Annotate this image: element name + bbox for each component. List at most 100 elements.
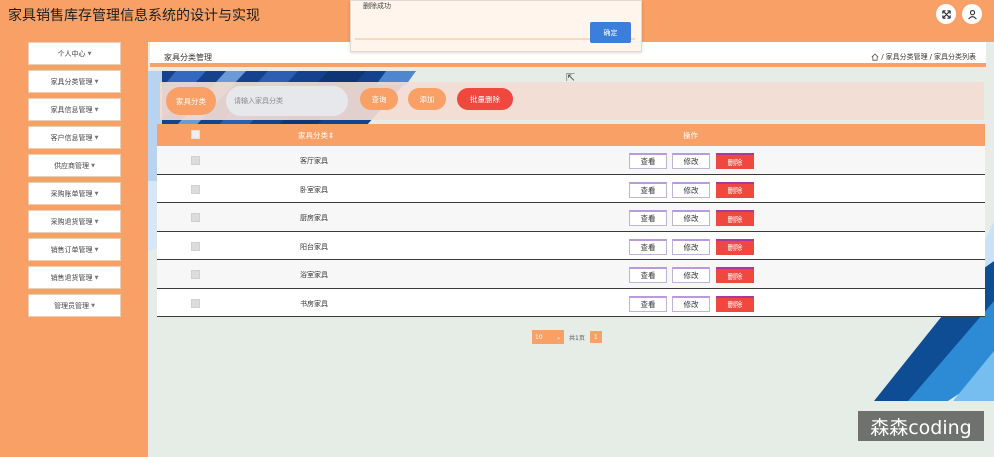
sidebar-item-furniture-category[interactable]: 家具分类管理 ▼ bbox=[28, 70, 121, 93]
sidebar-item-personal-center[interactable]: 个人中心 ▼ bbox=[28, 42, 121, 65]
table-row: 阳台家具 查看 修改 删除 bbox=[157, 231, 985, 260]
dialog-ok-button[interactable]: 确定 bbox=[590, 22, 631, 43]
query-button[interactable]: 查询 bbox=[360, 88, 398, 110]
user-icon[interactable] bbox=[962, 4, 982, 24]
edit-button[interactable]: 修改 bbox=[672, 295, 710, 312]
home-icon[interactable] bbox=[871, 53, 879, 61]
sidebar-item-label: 管理员管理 bbox=[54, 301, 90, 310]
add-button[interactable]: 添加 bbox=[408, 88, 446, 110]
delete-button[interactable]: 删除 bbox=[716, 238, 754, 255]
user-icon-glyph bbox=[967, 9, 977, 19]
chevron-down-icon: ▼ bbox=[91, 162, 95, 169]
search-bar: 家具分类 查询 添加 批量删除 bbox=[160, 82, 984, 120]
edit-button[interactable]: 修改 bbox=[672, 153, 710, 169]
row-checkbox[interactable] bbox=[191, 298, 200, 308]
column-header-label: 家具分类 bbox=[298, 131, 328, 140]
table-row: 书房家具 查看 修改 删除 bbox=[157, 288, 985, 317]
sort-icon[interactable]: ⇕ bbox=[328, 131, 334, 140]
category-name: 卧室家具 bbox=[300, 185, 328, 194]
sidebar-item-label: 客户信息管理 bbox=[50, 133, 93, 142]
view-button[interactable]: 查看 bbox=[629, 267, 667, 283]
sidebar: 个人中心 ▼ 家具分类管理 ▼ 家具信息管理 ▼ 客户信息管理 ▼ 供应商管理 ▼ 采购账… bbox=[0, 34, 148, 457]
category-name: 厨房家具 bbox=[300, 214, 328, 222]
row-checkbox[interactable] bbox=[191, 213, 200, 222]
watermark: 森森coding bbox=[858, 411, 984, 441]
page-size-value: 10 bbox=[535, 333, 543, 341]
mouse-cursor-icon: ⇱ bbox=[566, 71, 576, 84]
delete-button[interactable]: 删除 bbox=[716, 267, 754, 283]
chevron-down-icon: ▼ bbox=[94, 274, 99, 281]
breadcrumb-item-category-manage[interactable]: 家具分类管理 bbox=[886, 52, 928, 62]
sidebar-item-purchase-bill[interactable]: 采购账单管理 ▼ bbox=[28, 182, 121, 205]
page-title: 家具分类管理 bbox=[164, 53, 212, 62]
sidebar-item-label: 销售退货管理 bbox=[50, 273, 93, 282]
delete-button[interactable]: 删除 bbox=[716, 295, 754, 312]
view-button[interactable]: 查看 bbox=[629, 210, 667, 226]
sidebar-item-customer-info[interactable]: 客户信息管理 ▼ bbox=[28, 126, 121, 149]
row-checkbox[interactable] bbox=[191, 270, 200, 279]
breadcrumb: / 家具分类管理 / 家具分类列表 bbox=[871, 52, 976, 62]
breadcrumb-item-category-list: 家具分类列表 bbox=[934, 53, 976, 61]
main-content: 家具分类管理 / 家具分类管理 / 家具分类列表 家具分类 查询 添加 批量删除… bbox=[148, 34, 994, 457]
breadcrumb-separator: / bbox=[881, 53, 884, 61]
edit-button[interactable]: 修改 bbox=[672, 181, 710, 198]
sidebar-item-label: 个人中心 bbox=[57, 49, 86, 58]
total-pages-label: 共1页 bbox=[569, 334, 585, 342]
pagination: 10 ⌄ 共1页 1 bbox=[532, 330, 602, 344]
category-name: 客厅家具 bbox=[300, 157, 328, 165]
view-button[interactable]: 查看 bbox=[629, 238, 667, 255]
edit-button[interactable]: 修改 bbox=[672, 210, 710, 226]
sidebar-item-label: 家具分类管理 bbox=[50, 77, 93, 86]
page-size-select[interactable]: 10 ⌄ bbox=[532, 330, 564, 344]
sidebar-item-supplier[interactable]: 供应商管理 ▼ bbox=[28, 154, 121, 177]
view-button[interactable]: 查看 bbox=[629, 153, 667, 169]
table-header: 家具分类⇕ 操作 bbox=[157, 124, 985, 146]
row-checkbox[interactable] bbox=[191, 241, 200, 251]
chevron-down-icon: ⌄ bbox=[555, 333, 561, 341]
chevron-down-icon: ▼ bbox=[94, 218, 99, 225]
sidebar-item-label: 销售订单管理 bbox=[50, 245, 93, 254]
dialog-message: 删除成功 bbox=[363, 2, 391, 10]
row-checkbox[interactable] bbox=[191, 156, 200, 165]
batch-delete-button[interactable]: 批量删除 bbox=[457, 88, 513, 110]
chevron-down-icon: ▼ bbox=[91, 302, 95, 309]
sidebar-item-furniture-info[interactable]: 家具信息管理 ▼ bbox=[28, 98, 121, 121]
breadcrumb-separator: / bbox=[929, 53, 932, 61]
column-header-category[interactable]: 家具分类⇕ bbox=[298, 130, 334, 141]
sidebar-item-label: 供应商管理 bbox=[54, 161, 90, 170]
page-number-button[interactable]: 1 bbox=[589, 331, 602, 343]
sidebar-item-admin[interactable]: 管理员管理 ▼ bbox=[28, 294, 121, 317]
sidebar-item-label: 采购账单管理 bbox=[50, 189, 93, 198]
chevron-down-icon: ▼ bbox=[94, 78, 99, 85]
chevron-down-icon: ▼ bbox=[94, 246, 99, 253]
column-header-actions: 操作 bbox=[683, 131, 698, 140]
row-checkbox[interactable] bbox=[191, 184, 200, 194]
table-row: 厨房家具 查看 修改 删除 bbox=[157, 203, 985, 232]
delete-button[interactable]: 删除 bbox=[716, 181, 754, 198]
expand-icon[interactable] bbox=[936, 4, 956, 24]
table-body: 客厅家具 查看 修改 删除 卧室家具 查看 修改 删除 厨房家具 查看 修改 删… bbox=[157, 146, 985, 317]
delete-button[interactable]: 删除 bbox=[716, 153, 754, 169]
category-name: 阳台家具 bbox=[300, 242, 328, 251]
sidebar-item-label: 家具信息管理 bbox=[50, 105, 93, 114]
table-row: 浴室家具 查看 修改 删除 bbox=[157, 260, 985, 289]
select-all-checkbox[interactable] bbox=[191, 130, 200, 139]
view-button[interactable]: 查看 bbox=[629, 181, 667, 198]
sidebar-item-label: 采购退货管理 bbox=[50, 217, 93, 226]
sidebar-item-sales-order[interactable]: 销售订单管理 ▼ bbox=[28, 238, 121, 261]
delete-button[interactable]: 删除 bbox=[716, 210, 754, 226]
expand-icon-glyph bbox=[941, 9, 951, 19]
sidebar-item-purchase-return[interactable]: 采购退货管理 ▼ bbox=[28, 210, 121, 233]
chevron-down-icon: ▼ bbox=[94, 134, 99, 141]
edit-button[interactable]: 修改 bbox=[672, 267, 710, 283]
category-table: 家具分类⇕ 操作 客厅家具 查看 修改 删除 卧室家具 查看 修改 删除 厨房家… bbox=[157, 124, 985, 317]
sidebar-item-sales-return[interactable]: 销售退货管理 ▼ bbox=[28, 266, 121, 289]
edit-button[interactable]: 修改 bbox=[672, 238, 710, 255]
chevron-down-icon: ▼ bbox=[94, 190, 99, 197]
chevron-down-icon: ▼ bbox=[94, 106, 99, 113]
table-row: 客厅家具 查看 修改 删除 bbox=[157, 146, 985, 175]
chevron-down-icon: ▼ bbox=[87, 50, 92, 57]
view-button[interactable]: 查看 bbox=[629, 295, 667, 312]
search-input[interactable] bbox=[226, 86, 348, 116]
app-title: 家具销售库存管理信息系统的设计与实现 bbox=[8, 8, 260, 24]
